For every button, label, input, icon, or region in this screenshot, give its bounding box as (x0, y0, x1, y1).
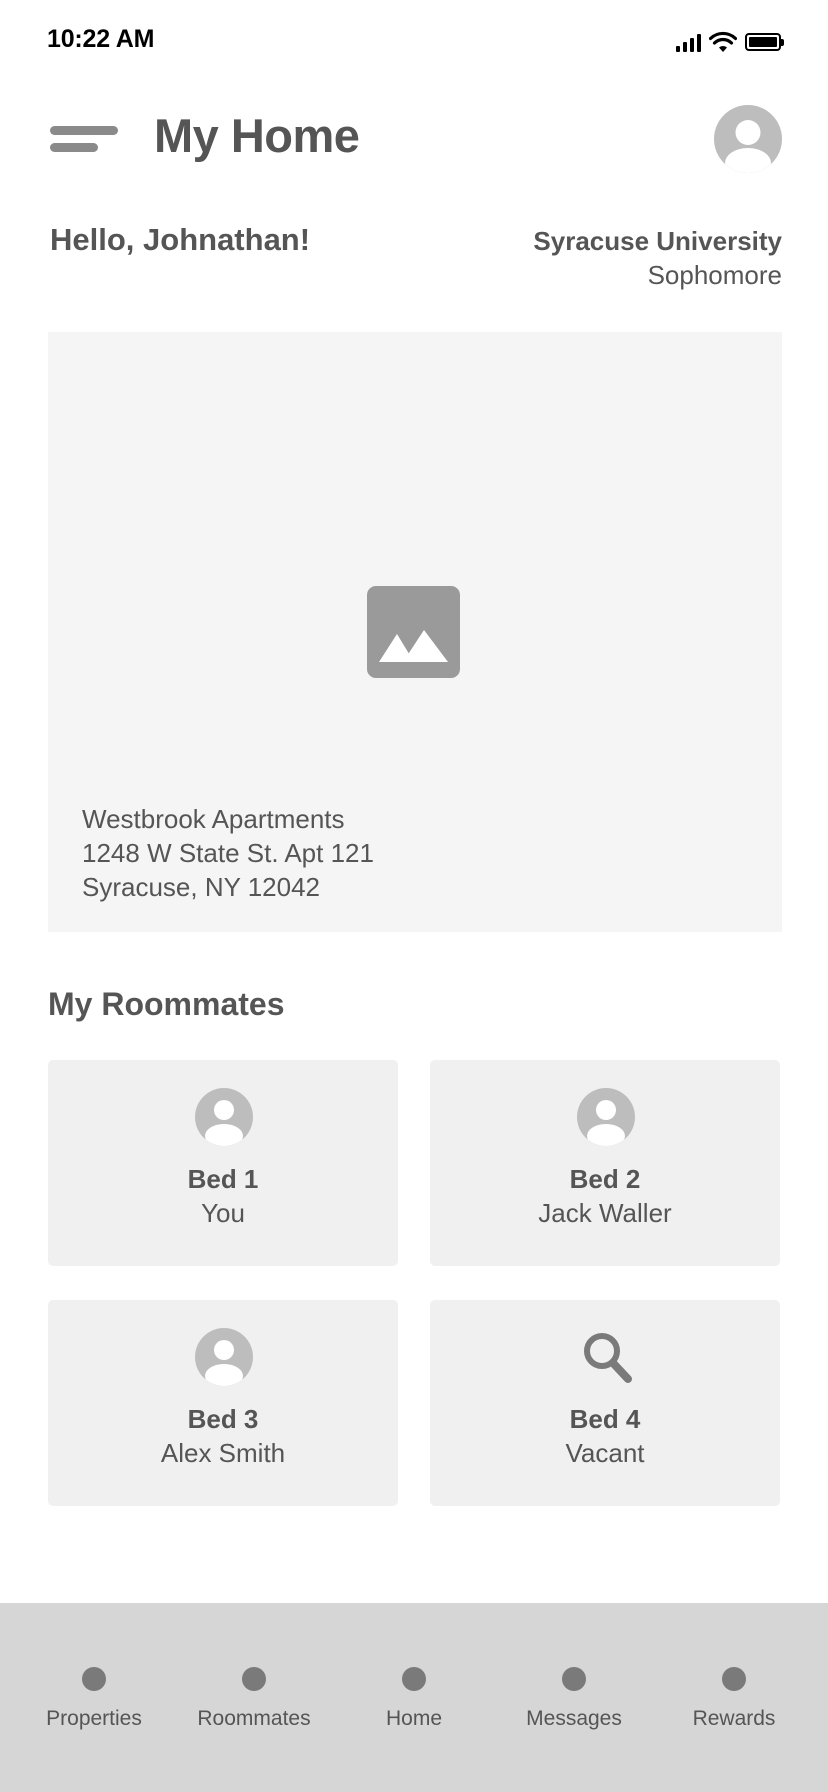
person-icon (577, 1088, 635, 1146)
roommates-icon (242, 1667, 266, 1691)
nav-label: Roommates (197, 1707, 311, 1730)
nav-label: Properties (46, 1707, 142, 1730)
cellular-signal-icon (676, 32, 701, 52)
status-bar: 10:22 AM (0, 0, 828, 84)
nav-item-rewards[interactable]: Rewards (654, 1663, 814, 1743)
messages-icon (562, 1667, 586, 1691)
nav-label: Rewards (692, 1707, 776, 1730)
person-icon (735, 120, 761, 145)
bed-card-3[interactable]: Bed 3 Alex Smith (48, 1300, 398, 1506)
greeting: Hello, Johnathan! (50, 222, 311, 257)
nav-label: Messages (526, 1707, 622, 1730)
bed-label: Bed 4 (569, 1404, 641, 1434)
wifi-icon (709, 31, 737, 52)
person-icon (195, 1328, 253, 1386)
nav-item-messages[interactable]: Messages (494, 1663, 654, 1743)
bed-occupant: Alex Smith (160, 1438, 286, 1468)
property-name: Westbrook Apartments (82, 804, 345, 834)
bed-label: Bed 3 (187, 1404, 259, 1434)
property-card[interactable]: Westbrook Apartments 1248 W State St. Ap… (48, 332, 782, 932)
bed-card-2[interactable]: Bed 2 Jack Waller (430, 1060, 780, 1266)
nav-label: Home (385, 1707, 443, 1730)
property-address: Westbrook Apartments 1248 W State St. Ap… (82, 802, 374, 904)
property-city: Syracuse, NY 12042 (82, 872, 320, 902)
bed-label: Bed 2 (569, 1164, 641, 1194)
rewards-icon (722, 1667, 746, 1691)
bed-card-4[interactable]: Bed 4 Vacant (430, 1300, 780, 1506)
bed-occupant: Jack Waller (538, 1198, 672, 1228)
home-icon (402, 1667, 426, 1691)
status-time: 10:22 AM (47, 25, 155, 53)
bottom-nav: Properties Roommates Home Messages Rewar… (0, 1603, 828, 1792)
image-placeholder-icon (367, 586, 460, 678)
properties-icon (82, 1667, 106, 1691)
page-title: My Home (154, 109, 360, 162)
profile-avatar[interactable] (714, 105, 782, 173)
roommates-section-title: My Roommates (48, 986, 285, 1022)
university-name: Syracuse University (533, 226, 782, 256)
menu-icon[interactable] (50, 126, 118, 152)
bed-label: Bed 1 (187, 1164, 259, 1194)
person-icon (195, 1088, 253, 1146)
bed-card-1[interactable]: Bed 1 You (48, 1060, 398, 1266)
search-icon (584, 1333, 632, 1383)
bed-occupant: Vacant (565, 1438, 645, 1468)
nav-item-home[interactable]: Home (334, 1663, 494, 1743)
nav-item-properties[interactable]: Properties (14, 1663, 174, 1743)
class-year: Sophomore (647, 260, 782, 290)
bed-occupant: You (201, 1198, 245, 1228)
status-icons (676, 30, 784, 54)
nav-item-roommates[interactable]: Roommates (174, 1663, 334, 1743)
property-street: 1248 W State St. Apt 121 (82, 838, 374, 868)
battery-icon (745, 33, 784, 51)
